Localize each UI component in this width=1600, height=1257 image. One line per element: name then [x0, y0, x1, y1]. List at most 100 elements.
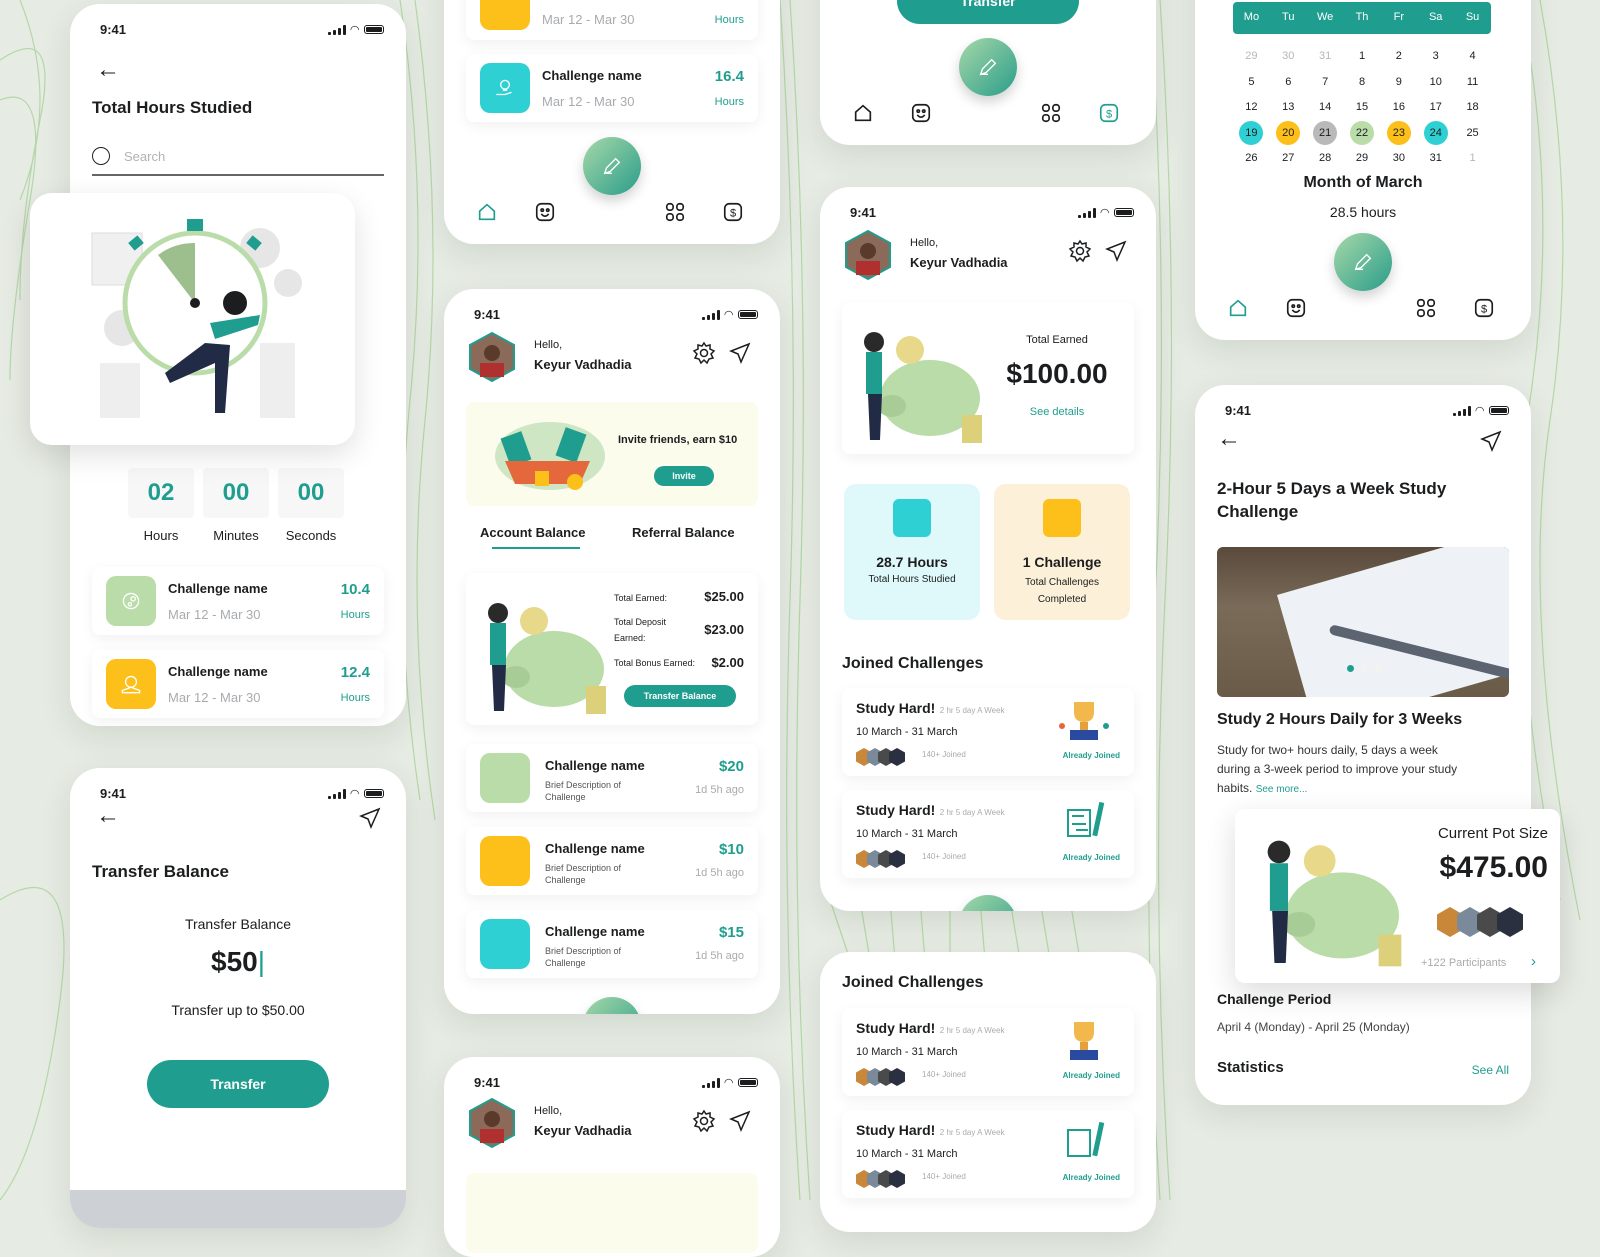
carousel-dot-active[interactable] [1347, 665, 1354, 672]
search-field[interactable]: Search [92, 138, 384, 176]
calendar-day[interactable]: 18 [1461, 95, 1485, 119]
joined-challenge-card[interactable]: Study Hard! 2 hr 5 day A Week 10 March -… [842, 1110, 1134, 1198]
timer-hours-label: Hours [143, 528, 179, 543]
grid-icon[interactable] [1040, 102, 1062, 124]
dollar-icon[interactable]: $ [1098, 102, 1120, 124]
dollar-icon[interactable]: $ [722, 201, 744, 223]
home-icon[interactable] [852, 102, 874, 124]
avatar[interactable] [844, 229, 892, 281]
calendar-day[interactable]: 24 [1423, 120, 1448, 145]
smiley-icon[interactable] [910, 102, 932, 124]
send-icon[interactable] [728, 1109, 752, 1133]
challenge-image-carousel[interactable] [1217, 547, 1509, 697]
edit-pencil-button[interactable] [583, 997, 641, 1014]
calendar-day[interactable]: 3 [1424, 44, 1448, 68]
calendar-day[interactable]: 30 [1276, 44, 1300, 68]
reward-list-item[interactable]: Challenge name Brief Description of Chall… [466, 910, 758, 978]
avatar[interactable] [468, 1097, 516, 1149]
grid-icon[interactable] [664, 201, 686, 223]
calendar-day[interactable]: 14 [1313, 95, 1337, 119]
calendar-day[interactable]: 1 [1350, 44, 1374, 68]
edit-pencil-button[interactable] [959, 895, 1017, 911]
calendar-day[interactable]: 2 [1387, 44, 1411, 68]
calendar-day[interactable]: 8 [1350, 70, 1374, 94]
calendar-day[interactable]: 29 [1239, 44, 1263, 68]
smiley-icon[interactable] [1285, 297, 1307, 319]
calendar-day[interactable]: 13 [1276, 95, 1300, 119]
edit-pencil-button[interactable] [583, 137, 641, 195]
calendar-day[interactable]: 25 [1461, 121, 1485, 145]
challenge-list-item[interactable]: Mar 12 - Mar 30 Hours [466, 0, 758, 40]
challenge-list-item[interactable]: Challenge name Mar 12 - Mar 30 12.4 Hour… [92, 650, 384, 718]
calendar-day[interactable]: 11 [1461, 70, 1485, 94]
calendar-day[interactable]: 30 [1387, 146, 1411, 170]
send-icon[interactable] [1479, 429, 1503, 453]
calendar-day[interactable]: 6 [1276, 70, 1300, 94]
back-button[interactable]: ← [1217, 425, 1241, 453]
home-icon[interactable] [1227, 297, 1249, 319]
calendar-day[interactable]: 4 [1461, 44, 1485, 68]
tab-account-balance[interactable]: Account Balance [480, 525, 585, 540]
grid-icon[interactable] [1415, 297, 1437, 319]
see-details-link[interactable]: See details [992, 406, 1122, 418]
calendar-day[interactable]: 20 [1276, 120, 1301, 145]
dollar-icon[interactable]: $ [1473, 297, 1495, 319]
challenge-list-item[interactable]: Challenge name Mar 12 - Mar 30 10.4 Hour… [92, 567, 384, 635]
calendar-day[interactable]: 28 [1313, 146, 1337, 170]
avatar[interactable] [468, 331, 516, 383]
calendar-day[interactable]: 29 [1350, 146, 1374, 170]
calendar-day[interactable]: 27 [1276, 146, 1300, 170]
transfer-balance-button[interactable]: Transfer Balance [624, 685, 736, 707]
smiley-icon[interactable] [534, 201, 556, 223]
challenge-list-item[interactable]: Challenge name Mar 12 - Mar 30 16.4 Hour… [466, 54, 758, 122]
chevron-right-icon[interactable]: › [1531, 953, 1536, 970]
search-input[interactable]: Search [124, 149, 165, 164]
send-icon[interactable] [358, 806, 382, 830]
calendar-day[interactable]: 31 [1424, 146, 1448, 170]
transfer-amount-input[interactable]: $50| [70, 946, 406, 978]
edit-pencil-button[interactable] [1334, 233, 1392, 291]
send-icon[interactable] [1104, 239, 1128, 263]
joined-challenge-card[interactable]: Study Hard! 2 hr 5 day A Week 10 March -… [842, 790, 1134, 878]
calendar-day[interactable]: 19 [1239, 120, 1264, 145]
participant-avatars [856, 748, 905, 766]
reward-list-item[interactable]: Challenge name Brief Description of Chall… [466, 744, 758, 812]
calendar-day[interactable]: 17 [1424, 95, 1448, 119]
calendar-day[interactable]: 26 [1239, 146, 1263, 170]
calendar-day[interactable]: 9 [1387, 70, 1411, 94]
calendar-day[interactable]: 10 [1424, 70, 1448, 94]
calendar-day[interactable]: 16 [1387, 95, 1411, 119]
calendar-day[interactable]: 5 [1239, 70, 1263, 94]
challenges-stat-card[interactable]: 1 Challenge Total Challenges Completed [994, 484, 1130, 620]
transfer-button[interactable]: Transfer [147, 1060, 329, 1108]
settings-gear-icon[interactable] [692, 1109, 716, 1133]
calendar-day[interactable]: 22 [1350, 120, 1374, 145]
settings-gear-icon[interactable] [692, 341, 716, 365]
carousel-dot[interactable] [1361, 665, 1368, 672]
see-all-link[interactable]: See All [1472, 1063, 1509, 1077]
reward-list-item[interactable]: Challenge name Brief Description of Chall… [466, 827, 758, 895]
see-more-link[interactable]: See more... [1256, 784, 1308, 795]
joined-challenge-card[interactable]: Study Hard! 2 hr 5 day A Week 10 March -… [842, 1008, 1134, 1096]
back-button[interactable]: ← [96, 802, 120, 830]
calendar-day[interactable]: 1 [1461, 146, 1485, 170]
edit-pencil-button[interactable] [959, 38, 1017, 96]
invite-button[interactable]: Invite [654, 466, 714, 486]
joined-challenge-card[interactable]: Study Hard! 2 hr 5 day A Week 10 March -… [842, 688, 1134, 776]
settings-gear-icon[interactable] [1068, 239, 1092, 263]
calendar-day[interactable]: 23 [1386, 120, 1411, 145]
calendar-day[interactable]: 12 [1239, 95, 1263, 119]
home-icon[interactable] [476, 201, 498, 223]
tab-referral-balance[interactable]: Referral Balance [632, 525, 735, 540]
calendar-day[interactable]: 7 [1313, 70, 1337, 94]
transfer-button[interactable]: Transfer [897, 0, 1079, 24]
calendar-day[interactable]: 15 [1350, 95, 1374, 119]
back-button[interactable]: ← [96, 56, 120, 84]
pot-size-value: $475.00 [1439, 851, 1548, 884]
send-icon[interactable] [728, 341, 752, 365]
calendar-day[interactable]: 31 [1313, 44, 1337, 68]
calendar-day[interactable]: 21 [1313, 120, 1338, 145]
pot-size-card[interactable]: Current Pot Size $475.00 +122 Participan… [1235, 809, 1560, 983]
carousel-dot[interactable] [1375, 665, 1382, 672]
hours-stat-card[interactable]: 28.7 Hours Total Hours Studied [844, 484, 980, 620]
